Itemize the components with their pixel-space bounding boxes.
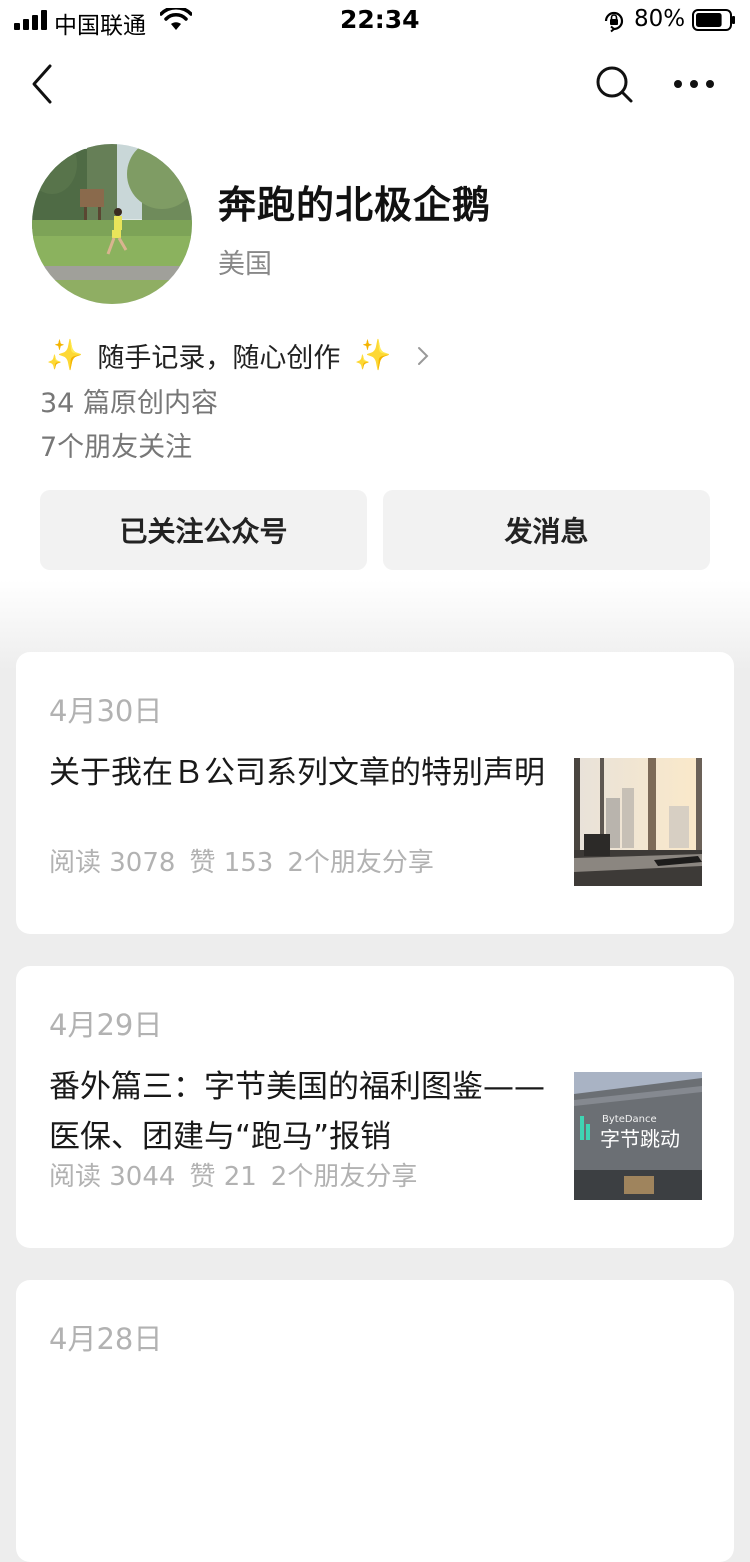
carrier-name: 中国联通 [54,13,146,39]
article-thumbnail[interactable]: ByteDance 字节跳动 [574,1072,702,1200]
followed-account-button[interactable]: 已关注公众号 [40,490,367,570]
thumb-logo-en: ByteDance [602,1114,657,1125]
send-message-button[interactable]: 发消息 [383,490,710,570]
orientation-lock-icon [604,11,624,33]
cellular-signal-icon [14,10,47,30]
thumb-logo-cn: 字节跳动 [600,1127,680,1151]
article-card[interactable]: 4月30日 关于我在Ｂ公司系列文章的特别声明 阅读 3078 赞 153 2个朋友分… [16,652,734,934]
friend-share-count: 2个朋友分享 [270,1162,418,1192]
avatar[interactable] [32,144,192,304]
friend-share-count: 2个朋友分享 [287,848,434,878]
article-date: 4月28日 [49,1322,163,1356]
read-count: 阅读 3078 [49,848,176,878]
sparkles-icon: ✨ [46,338,84,373]
article-title[interactable]: 番外篇三：字节美国的福利图鉴——医保、团建与“跑马”报销 [49,1062,549,1162]
article-title[interactable]: 关于我在Ｂ公司系列文章的特别声明 [49,748,549,798]
like-count: 赞 21 [189,1162,257,1192]
article-card[interactable]: 4月29日 番外篇三：字节美国的福利图鉴——医保、团建与“跑马”报销 阅读 30… [16,966,734,1248]
account-name: 奔跑的北极企鹅 [218,183,492,227]
bytedance-building-image: ByteDance 字节跳动 [574,1072,702,1200]
signature-row[interactable]: ✨ 随手记录，随心创作 ✨ [40,336,430,375]
article-card[interactable]: 4月28日 [16,1280,734,1562]
article-meta: 阅读 3044 赞 21 2个朋友分享 [49,1156,431,1193]
back-icon[interactable] [26,60,60,108]
signature-text: 随手记录，随心创作 [97,343,341,374]
friends-following-count: 7个朋友关注 [40,432,193,463]
status-time: 22:34 [340,5,420,34]
status-bar: 中国联通 22:34 80% [0,0,750,42]
battery-percent: 80% [634,6,686,32]
office-window-image [574,758,702,886]
chevron-right-icon [417,346,429,365]
article-thumbnail[interactable] [574,758,702,886]
battery-icon [692,9,735,31]
account-region: 美国 [218,249,272,280]
avatar-runner-image [32,144,192,304]
search-icon[interactable] [594,64,634,104]
more-dots-icon[interactable] [670,70,718,98]
wifi-icon [160,8,192,30]
article-meta: 阅读 3078 赞 153 2个朋友分享 [49,842,448,879]
sparkles-icon: ✨ [354,338,392,373]
original-content-count: 34 篇原创内容 [40,388,218,419]
article-date: 4月29日 [49,1008,163,1042]
read-count: 阅读 3044 [49,1162,176,1192]
article-date: 4月30日 [49,694,163,728]
like-count: 赞 153 [189,848,274,878]
